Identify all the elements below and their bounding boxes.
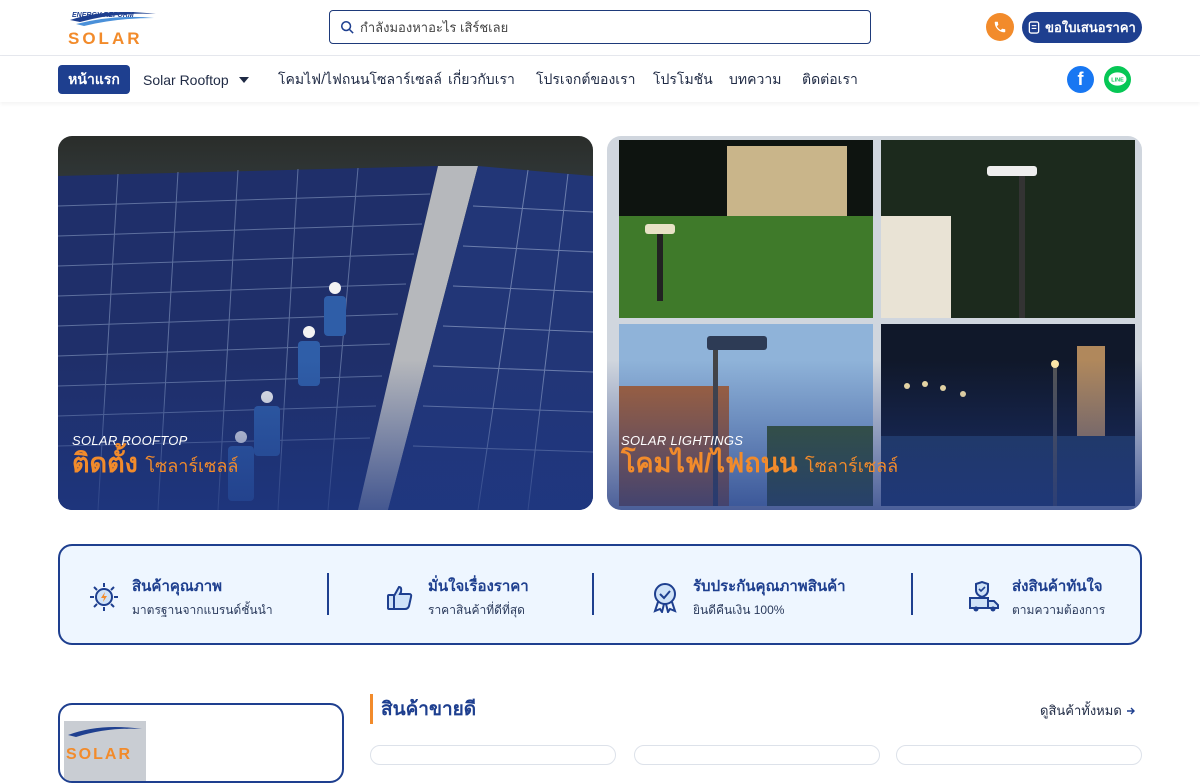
logo-top-text: ENERGY REFORM	[72, 12, 134, 19]
arrow-right-icon	[1126, 707, 1135, 714]
banner-solar-lighting[interactable]: SOLAR LIGHTINGS โคมไฟ/ไฟถนน โซลาร์เซลล์	[607, 136, 1142, 510]
feature-delivery: ส่งสินค้าทันใจ ตามความต้องการ	[968, 574, 1105, 620]
feature-desc: ราคาสินค้าที่ดีที่สุด	[428, 603, 525, 617]
thumbnail-logo-text: SOLAR	[66, 746, 132, 761]
product-card[interactable]	[634, 745, 880, 765]
feature-price: มั่นใจเรื่องราคา ราคาสินค้าที่ดีที่สุด	[384, 574, 529, 620]
thumbs-up-icon	[387, 585, 413, 610]
feature-title: ส่งสินค้าทันใจ	[1012, 578, 1103, 595]
nav-item-about[interactable]: เกี่ยวกับเรา	[448, 65, 515, 94]
award-badge-icon	[653, 583, 677, 613]
nav-item-label: Solar Rooftop	[143, 71, 229, 88]
feature-title: มั่นใจเรื่องราคา	[428, 578, 529, 595]
facebook-icon[interactable]: f	[1067, 66, 1094, 93]
line-icon-text: LINE	[1111, 77, 1124, 83]
phone-icon	[994, 21, 1006, 33]
feature-desc: ตามความต้องการ	[1012, 603, 1106, 617]
banner-title-small: โซลาร์เซลล์	[805, 456, 899, 476]
view-all-link[interactable]: ดูสินค้าทั้งหมด	[1040, 700, 1136, 721]
banner-title-main: ติดตั้ง	[72, 448, 138, 478]
search-input[interactable]	[360, 19, 840, 35]
site-logo[interactable]: ENERGY REFORM SOLAR	[66, 8, 160, 48]
top-header: ENERGY REFORM SOLAR ขอใบเสนอราคา	[0, 0, 1200, 56]
section-title-bestsellers: สินค้าขายดี	[370, 694, 476, 724]
request-quote-button[interactable]: ขอใบเสนอราคา	[1022, 12, 1142, 43]
search-icon	[340, 20, 354, 34]
phone-button[interactable]	[986, 13, 1014, 41]
view-all-label: ดูสินค้าทั้งหมด	[1040, 703, 1122, 718]
search-bar[interactable]	[329, 10, 871, 44]
product-thumbnail: SOLAR	[64, 721, 146, 781]
banner-title: โคมไฟ/ไฟถนน โซลาร์เซลล์	[621, 441, 898, 484]
nav-item-promotions[interactable]: โปรโมชัน	[653, 65, 713, 94]
feature-divider	[327, 573, 329, 615]
sidebar-promo-card[interactable]: SOLAR	[58, 703, 344, 783]
feature-divider	[911, 573, 913, 615]
feature-desc: ยินดีคืนเงิน 100%	[693, 603, 785, 617]
nav-item-solar-lighting[interactable]: โคมไฟ/ไฟถนนโซลาร์เซลล์	[278, 65, 442, 94]
product-card[interactable]	[370, 745, 616, 765]
nav-item-articles[interactable]: บทความ	[729, 65, 781, 94]
logo-main-text: SOLAR	[68, 29, 143, 48]
feature-title: รับประกันคุณภาพสินค้า	[693, 578, 846, 595]
line-icon[interactable]: LINE	[1104, 66, 1131, 93]
nav-item-solar-rooftop[interactable]: Solar Rooftop	[143, 65, 249, 94]
features-strip: สินค้าคุณภาพ มาตรฐานจากแบรนด์ชั้นนำ มั่น…	[58, 544, 1142, 645]
feature-title: สินค้าคุณภาพ	[132, 578, 223, 595]
feature-warranty: รับประกันคุณภาพสินค้า ยินดีคืนเงิน 100%	[649, 574, 846, 620]
banner-title-main: โคมไฟ/ไฟถนน	[621, 448, 798, 478]
nav-item-projects[interactable]: โปรเจกต์ของเรา	[536, 65, 635, 94]
request-quote-label: ขอใบเสนอราคา	[1045, 20, 1136, 35]
feature-quality: สินค้าคุณภาพ มาตรฐานจากแบรนด์ชั้นนำ	[88, 574, 273, 620]
product-card[interactable]	[896, 745, 1142, 765]
feature-desc: มาตรฐานจากแบรนด์ชั้นนำ	[132, 603, 273, 617]
feature-divider	[592, 573, 594, 615]
document-icon	[1028, 21, 1040, 34]
banner-title: ติดตั้ง โซลาร์เซลล์	[72, 441, 238, 484]
chevron-down-icon	[238, 76, 249, 83]
banner-title-small: โซลาร์เซลล์	[145, 456, 239, 476]
main-navigation: หน้าแรก Solar Rooftop โคมไฟ/ไฟถนนโซลาร์เ…	[0, 56, 1200, 102]
nav-item-home[interactable]: หน้าแรก	[58, 65, 130, 94]
nav-item-contact[interactable]: ติดต่อเรา	[802, 65, 858, 94]
delivery-truck-icon	[969, 581, 999, 612]
banner-solar-rooftop[interactable]: SOLAR ROOFTOP ติดตั้ง โซลาร์เซลล์	[58, 136, 593, 510]
solar-energy-icon	[90, 583, 118, 611]
